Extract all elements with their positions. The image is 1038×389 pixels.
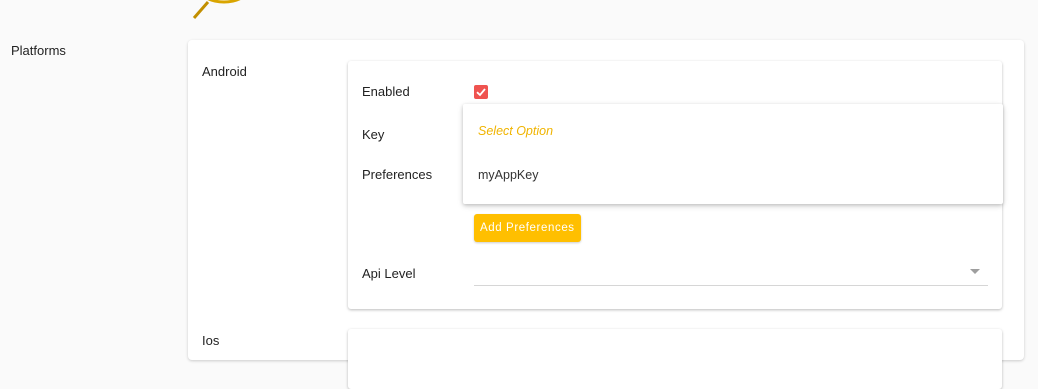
api-level-label: Api Level: [362, 266, 416, 281]
enabled-label: Enabled: [362, 84, 410, 99]
check-icon: [476, 88, 486, 97]
android-card: Enabled Key Preferences Select Option my…: [348, 61, 1003, 309]
enabled-checkbox[interactable]: [474, 85, 488, 99]
ios-label: Ios: [202, 333, 220, 348]
logo: [188, 0, 258, 20]
platforms-card: Android Enabled Key Preferences Select O…: [188, 40, 1024, 389]
add-preferences-button[interactable]: Add Preferences: [474, 214, 581, 242]
key-dropdown-menu: Select Option myAppKey: [463, 104, 1003, 204]
preferences-label: Preferences: [362, 167, 433, 182]
chevron-down-icon: [970, 269, 980, 274]
platforms-label: Platforms: [11, 43, 66, 58]
android-label: Android: [202, 64, 247, 79]
ios-card: [348, 329, 1002, 389]
key-label: Key: [362, 127, 385, 142]
api-level-select[interactable]: [474, 261, 988, 286]
dropdown-option-placeholder[interactable]: Select Option: [478, 124, 553, 138]
dropdown-option-myappkey[interactable]: myAppKey: [478, 168, 538, 182]
